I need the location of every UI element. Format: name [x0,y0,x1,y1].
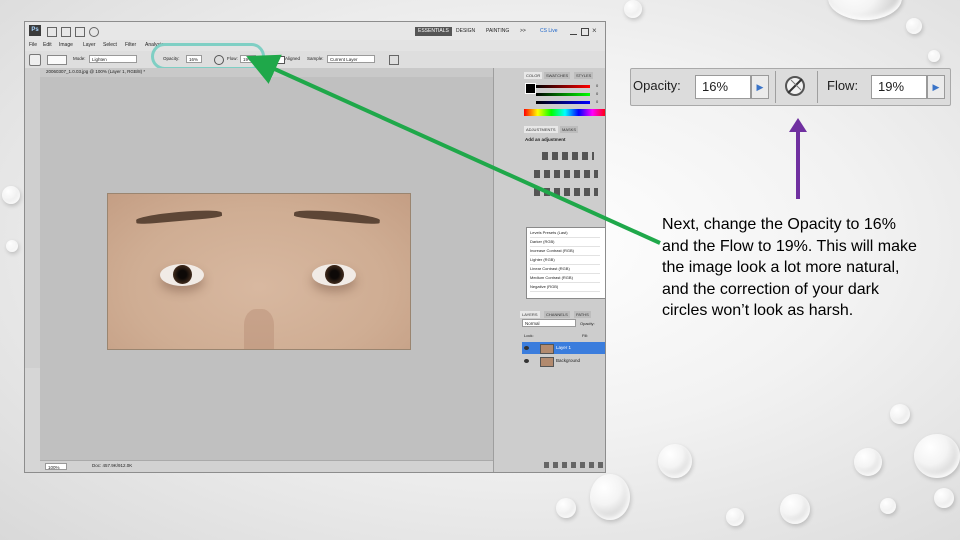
instruction-caption: Next, change the Opacity to 16% and the … [662,216,917,319]
green-arrow [246,54,661,245]
purple-arrow-head [789,118,807,132]
